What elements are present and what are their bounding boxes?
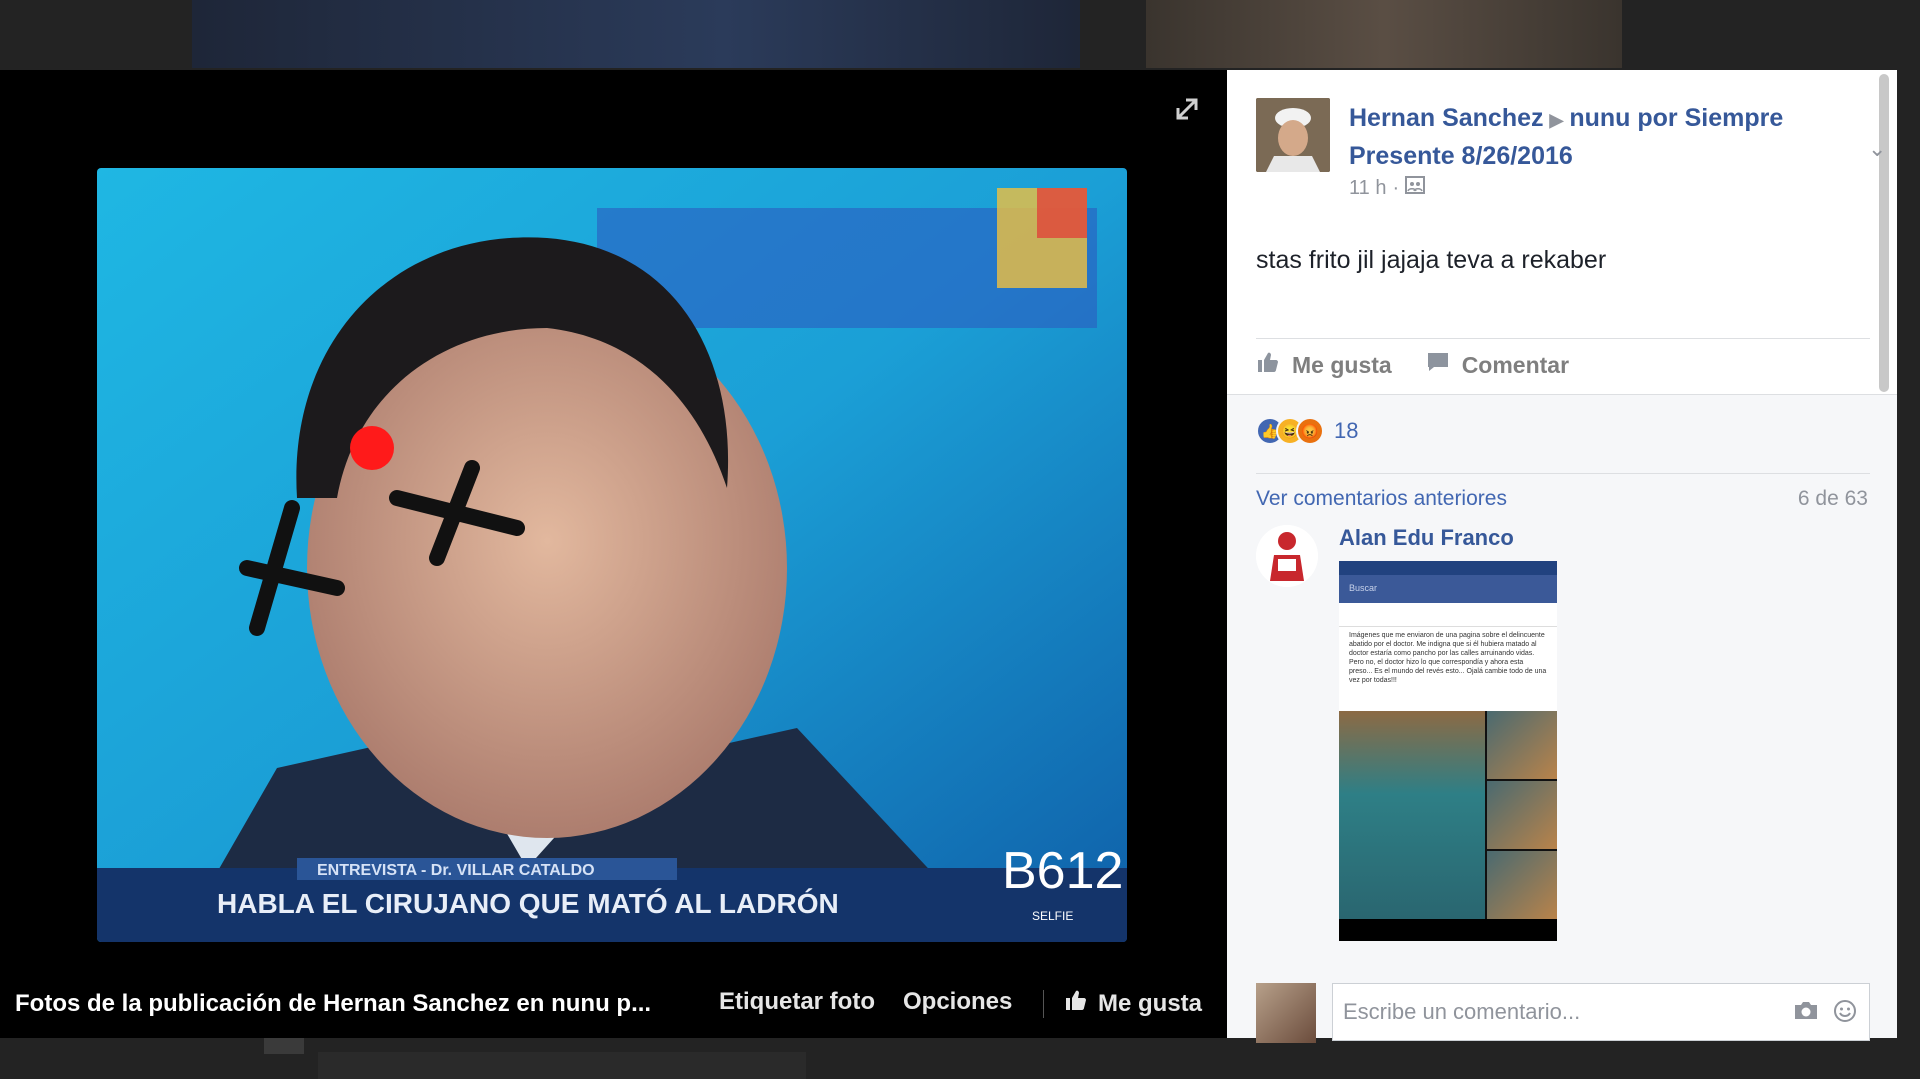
comment-composer bbox=[1256, 983, 1870, 1045]
divider bbox=[1043, 990, 1044, 1018]
phone-photos bbox=[1339, 711, 1557, 919]
current-user-avatar[interactable] bbox=[1256, 983, 1316, 1043]
photo-caption-bar: Fotos de la publicación de Hernan Sanche… bbox=[0, 968, 1227, 1038]
watermark-sub: SELFIE bbox=[1032, 909, 1073, 923]
comment-input[interactable] bbox=[1343, 999, 1809, 1025]
photo-like-label: Me gusta bbox=[1098, 989, 1203, 1017]
divider bbox=[1256, 473, 1870, 474]
post-panel: Hernan Sanchez ▶ nunu por Siempre Presente… bbox=[1227, 70, 1897, 1043]
comment-icon bbox=[1426, 350, 1450, 380]
commenter-name[interactable]: Alan Edu Franco bbox=[1339, 525, 1514, 551]
scrollbar[interactable] bbox=[1879, 74, 1889, 392]
chevron-down-icon[interactable]: ⌄ bbox=[1868, 136, 1886, 162]
post-time[interactable]: 11 h bbox=[1349, 177, 1386, 200]
phone-post-text: Imágenes que me enviaron de una pagina s… bbox=[1339, 627, 1557, 711]
watermark: B612 bbox=[1002, 842, 1123, 900]
author-avatar[interactable] bbox=[1256, 98, 1330, 172]
photo-like-button[interactable]: Me gusta bbox=[1064, 988, 1202, 1019]
photo-caption[interactable]: Fotos de la publicación de Hernan Sanche… bbox=[15, 990, 651, 1018]
commenter-avatar[interactable] bbox=[1256, 525, 1318, 587]
comment-image[interactable]: Buscar Imágenes que me enviaron de una p… bbox=[1339, 561, 1557, 941]
meta-separator: · bbox=[1392, 176, 1400, 199]
background-thumbnail bbox=[192, 0, 1080, 68]
like-button[interactable]: Me gusta bbox=[1256, 350, 1392, 380]
tag-photo-button[interactable]: Etiquetar foto bbox=[719, 988, 875, 1016]
reaction-count: 18 bbox=[1334, 418, 1359, 443]
comment-button[interactable]: Comentar bbox=[1426, 350, 1569, 380]
composer-icons bbox=[1793, 999, 1857, 1028]
post-actions: Me gusta Comentar bbox=[1256, 350, 1569, 380]
background-thumbnail bbox=[318, 1052, 806, 1079]
comments-section: 👍 😆 😡 18 Ver comentarios anteriores 6 de… bbox=[1227, 394, 1897, 1043]
thumbs-up-icon bbox=[1064, 988, 1088, 1019]
tv-ticker-top: ENTREVISTA - Dr. VILLAR CATALDO bbox=[317, 862, 595, 879]
like-label: Me gusta bbox=[1292, 351, 1392, 378]
phone-tabs bbox=[1339, 603, 1557, 627]
phone-status-bar bbox=[1339, 561, 1557, 575]
options-button[interactable]: Opciones bbox=[903, 988, 1012, 1016]
divider bbox=[1256, 338, 1870, 339]
emoji-icon[interactable] bbox=[1833, 999, 1857, 1028]
phone-nav-bar bbox=[1339, 919, 1557, 941]
comment-label: Comentar bbox=[1461, 351, 1570, 378]
angry-reaction-icon: 😡 bbox=[1296, 417, 1324, 445]
tv-ticker: HABLA EL CIRUJANO QUE MATÓ AL LADRÓN bbox=[217, 888, 839, 919]
audience-icon[interactable] bbox=[1405, 176, 1426, 200]
phone-photo-main bbox=[1339, 711, 1485, 919]
comment-position: 6 de 63 bbox=[1797, 487, 1868, 510]
post-title: Hernan Sanchez ▶ nunu por Siempre Presente… bbox=[1349, 100, 1849, 174]
post-photo[interactable]: ENTREVISTA - Dr. VILLAR CATALDO HABLA EL… bbox=[97, 168, 1127, 942]
post-meta: 11 h · bbox=[1349, 176, 1426, 200]
camera-icon[interactable] bbox=[1793, 999, 1819, 1028]
phone-photo-side bbox=[1485, 711, 1557, 919]
post-text: stas frito jil jajaja teva a rekaber bbox=[1256, 246, 1607, 274]
arrow-right-icon: ▶ bbox=[1549, 110, 1564, 130]
photo-stage: ENTREVISTA - Dr. VILLAR CATALDO HABLA EL… bbox=[0, 70, 1227, 1038]
background-thumbnail bbox=[1146, 0, 1622, 68]
phone-search-bar: Buscar bbox=[1339, 575, 1557, 603]
view-previous-comments-link[interactable]: Ver comentarios anteriores bbox=[1256, 487, 1507, 511]
author-name[interactable]: Hernan Sanchez bbox=[1349, 104, 1544, 132]
thumbs-up-icon bbox=[1256, 350, 1280, 380]
reactions-summary[interactable]: 👍 😆 😡 18 bbox=[1256, 417, 1358, 445]
expand-icon[interactable] bbox=[1172, 94, 1202, 124]
comment-input-box[interactable] bbox=[1332, 983, 1870, 1041]
